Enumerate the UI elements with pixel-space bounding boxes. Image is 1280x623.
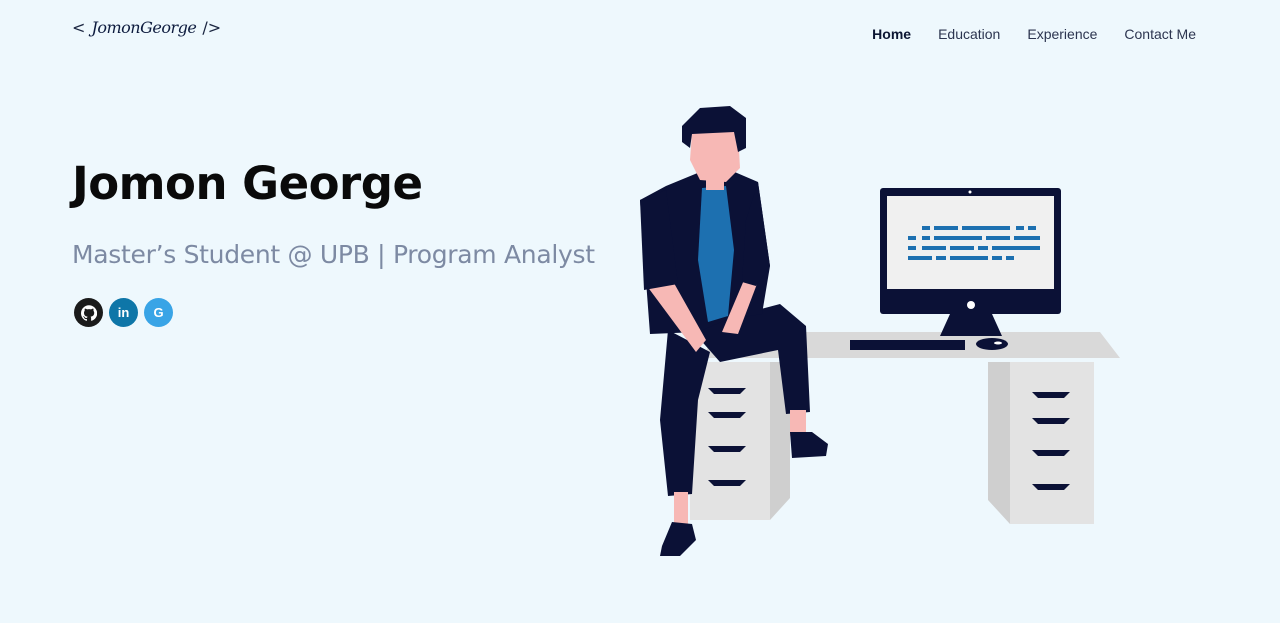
desk-right-cabinet xyxy=(1010,362,1094,524)
developer-desk-illustration xyxy=(640,106,1120,556)
monitor-screen xyxy=(887,196,1054,289)
linkedin-icon: in xyxy=(117,305,130,320)
monitor-camera xyxy=(968,190,972,194)
monitor-power-light xyxy=(967,301,975,309)
person-front-shoe xyxy=(790,432,828,458)
google-icon: G xyxy=(153,305,164,320)
social-links: in G xyxy=(74,298,173,327)
site-logo[interactable]: < JomonGeorge /> xyxy=(72,18,221,37)
main-nav: Home Education Experience Contact Me xyxy=(872,26,1196,42)
drawer-handle xyxy=(1032,484,1070,490)
google-link[interactable]: G xyxy=(144,298,173,327)
keyboard xyxy=(850,340,965,350)
person-back-ankle xyxy=(674,492,688,526)
nav-home[interactable]: Home xyxy=(872,26,911,42)
drawer-handle xyxy=(708,446,746,452)
nav-experience[interactable]: Experience xyxy=(1027,26,1097,42)
hero-subtitle: Master’s Student @ UPB | Program Analyst xyxy=(72,240,595,269)
logo-open-bracket: < xyxy=(72,18,86,37)
drawer-handle xyxy=(1032,392,1070,398)
computer-mouse xyxy=(976,338,1008,350)
drawer-handle xyxy=(708,412,746,418)
person-back-shoe xyxy=(660,522,696,556)
mouse-highlight xyxy=(994,341,1002,345)
desk-left-cabinet xyxy=(690,362,770,520)
drawer-handle xyxy=(708,480,746,486)
linkedin-link[interactable]: in xyxy=(109,298,138,327)
drawer-handle xyxy=(1032,418,1070,424)
person-face xyxy=(690,132,740,182)
monitor-stand xyxy=(940,314,1002,336)
github-icon xyxy=(80,304,97,321)
hero-name: Jomon George xyxy=(72,157,423,210)
drawer-handle xyxy=(1032,450,1070,456)
drawer-handle xyxy=(708,388,746,394)
nav-education[interactable]: Education xyxy=(938,26,1000,42)
desk-right-cabinet-side xyxy=(988,362,1010,524)
portfolio-page: < JomonGeorge /> Home Education Experien… xyxy=(0,0,1280,623)
github-link[interactable] xyxy=(74,298,103,327)
nav-contact-me[interactable]: Contact Me xyxy=(1124,26,1196,42)
logo-signature: JomonGeorge xyxy=(91,18,197,37)
logo-close-bracket: /> xyxy=(202,18,222,37)
